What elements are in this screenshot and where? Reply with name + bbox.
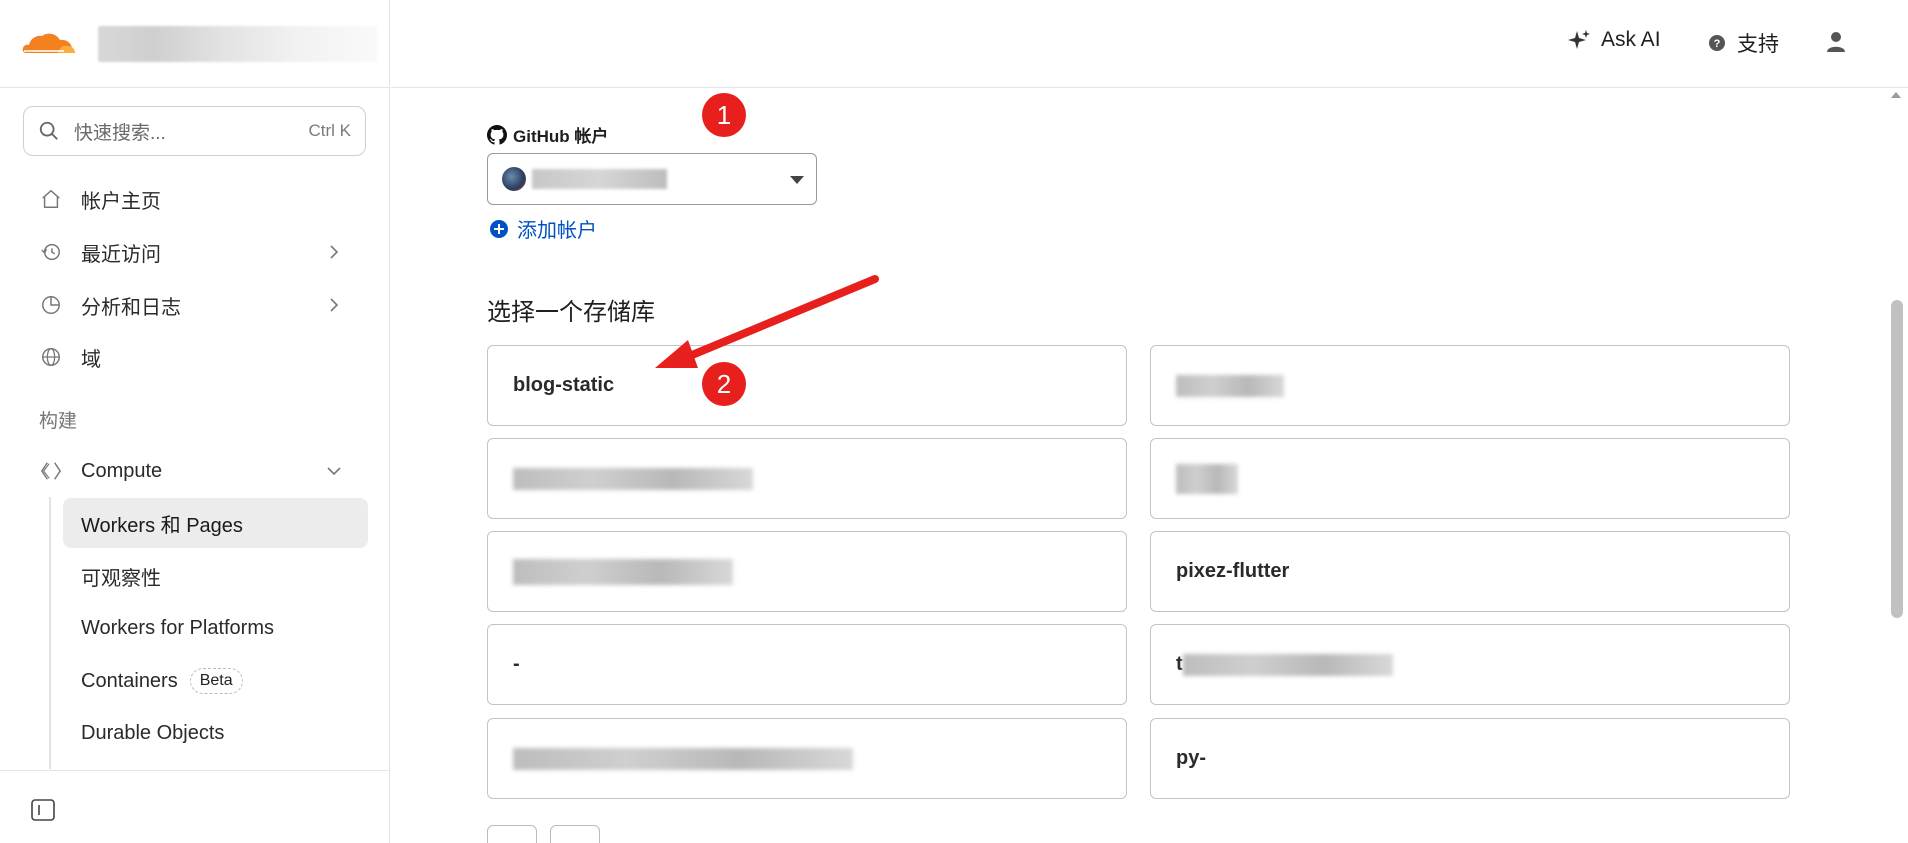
- diamond-icon: [39, 459, 63, 483]
- sidebar-item-workers-for-platforms[interactable]: Workers for Platforms: [63, 603, 368, 653]
- sidebar-item-label: 可观察性: [81, 567, 161, 590]
- search-icon: [39, 121, 58, 140]
- sidebar-item-workers-pages[interactable]: Workers 和 Pages: [63, 498, 368, 548]
- repo-name-redacted: [513, 747, 853, 770]
- github-icon: [487, 124, 507, 145]
- account-name-redacted: [98, 25, 378, 62]
- sparkle-icon: [1568, 30, 1590, 49]
- sidebar-item-label: Durable Objects: [81, 721, 225, 744]
- annotation-marker-2: 2: [702, 362, 746, 406]
- help-icon: ?: [1709, 35, 1725, 51]
- sidebar-item-recent[interactable]: 最近访问: [23, 229, 368, 275]
- repo-item[interactable]: t: [1150, 624, 1790, 705]
- sidebar-item-domains[interactable]: 域: [23, 334, 368, 380]
- repo-item[interactable]: [487, 718, 1127, 799]
- subnav-divider: [49, 497, 51, 769]
- pie-chart-icon: [39, 293, 63, 317]
- sidebar-item-durable-objects[interactable]: Durable Objects: [63, 708, 368, 758]
- repo-item[interactable]: [487, 438, 1127, 519]
- repo-item[interactable]: -: [487, 624, 1127, 705]
- scroll-up-arrow-icon[interactable]: [1891, 92, 1901, 98]
- add-account-label: 添加帐户: [517, 220, 597, 242]
- top-header: Ask AI ? 支持: [391, 0, 1908, 88]
- chevron-down-icon: [327, 467, 341, 476]
- caret-down-icon: [790, 176, 804, 184]
- cloudflare-logo-icon[interactable]: [18, 29, 78, 59]
- beta-badge: Beta: [189, 668, 243, 694]
- repo-item[interactable]: [1150, 438, 1790, 519]
- add-account-link[interactable]: 添加帐户: [489, 214, 597, 243]
- sidebar-collapse-icon[interactable]: [31, 799, 55, 821]
- history-icon: [39, 240, 63, 264]
- repo-item[interactable]: py-: [1150, 718, 1790, 799]
- repo-name-redacted: [1182, 653, 1393, 676]
- repo-name: pixez-flutter: [1176, 560, 1290, 582]
- repo-item[interactable]: pixez-flutter: [1150, 531, 1790, 612]
- search-input[interactable]: 快速搜索... Ctrl K: [23, 106, 366, 156]
- scrollbar-thumb[interactable]: [1891, 300, 1903, 618]
- repo-name-redacted: [1176, 374, 1284, 397]
- repo-name-redacted: [513, 467, 753, 490]
- prev-page-button[interactable]: [487, 825, 537, 843]
- avatar: [502, 167, 526, 191]
- support-button[interactable]: ? 支持: [1707, 28, 1779, 58]
- support-label: 支持: [1737, 33, 1779, 56]
- next-page-button[interactable]: [550, 825, 600, 843]
- sidebar-item-analytics[interactable]: 分析和日志: [23, 282, 368, 328]
- sidebar-item-label: 域: [81, 348, 101, 371]
- repo-item[interactable]: [1150, 345, 1790, 426]
- repo-name: -: [513, 653, 520, 675]
- user-menu-button[interactable]: [1825, 30, 1857, 54]
- sidebar-item-observability[interactable]: 可观察性: [63, 551, 368, 601]
- sidebar-item-account-home[interactable]: 帐户主页: [23, 176, 368, 222]
- sidebar-item-label: 帐户主页: [81, 190, 161, 213]
- ask-ai-button[interactable]: Ask AI: [1567, 28, 1661, 52]
- sidebar: 快速搜索... Ctrl K 帐户主页 最近访问 分析和日志 域 构建 Comp…: [0, 0, 390, 843]
- brand-header: [0, 0, 389, 88]
- user-icon: [1827, 32, 1845, 52]
- search-shortcut: Ctrl K: [308, 121, 352, 140]
- repo-name-redacted: [1176, 463, 1238, 494]
- sidebar-item-label: 分析和日志: [81, 296, 181, 319]
- repo-item[interactable]: [487, 531, 1127, 612]
- home-icon: [39, 187, 63, 211]
- repo-name: t: [1176, 653, 1183, 675]
- sidebar-item-containers[interactable]: Containers Beta: [63, 656, 368, 706]
- svg-text:?: ?: [1714, 38, 1721, 50]
- repo-name-redacted: [513, 558, 733, 585]
- sidebar-item-label: Workers for Platforms: [81, 616, 274, 639]
- github-account-select[interactable]: [487, 153, 817, 205]
- sidebar-item-label: Containers: [81, 669, 178, 692]
- repo-name: blog-static: [513, 374, 615, 396]
- account-name-redacted: [532, 169, 667, 189]
- github-label-text: GitHub 帐户: [513, 127, 609, 146]
- plus-circle-icon: [490, 219, 508, 238]
- ask-ai-label: Ask AI: [1601, 28, 1661, 51]
- choose-repo-title: 选择一个存储库: [487, 299, 655, 326]
- sidebar-item-label: Workers 和 Pages: [81, 514, 243, 537]
- sidebar-item-label: 最近访问: [81, 243, 161, 266]
- annotation-marker-1: 1: [702, 93, 746, 137]
- sidebar-footer: [0, 770, 390, 843]
- sidebar-item-compute[interactable]: Compute: [23, 448, 368, 494]
- chevron-right-icon: [330, 298, 339, 312]
- search-placeholder: 快速搜索...: [74, 122, 166, 144]
- repo-item[interactable]: blog-static: [487, 345, 1127, 426]
- github-account-label: GitHub 帐户: [487, 122, 608, 147]
- section-label-build: 构建: [39, 411, 78, 432]
- repo-name: py-: [1176, 747, 1206, 769]
- chevron-right-icon: [330, 245, 339, 259]
- sidebar-item-label: Compute: [81, 459, 163, 482]
- globe-icon: [39, 345, 63, 369]
